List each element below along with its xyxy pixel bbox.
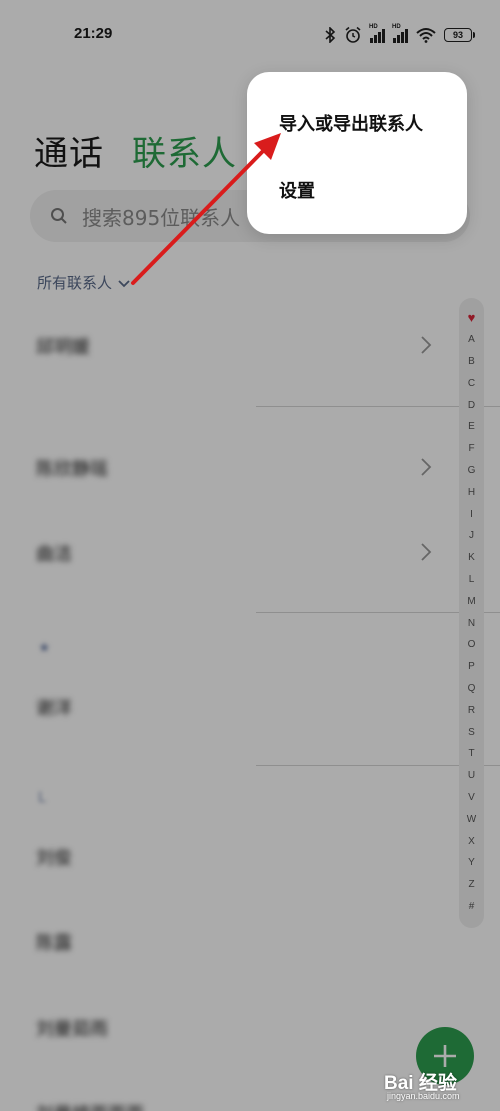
menu-item-settings[interactable]: 设置 [279,177,315,203]
overflow-menu: 导入或导出联系人 设置 [247,72,467,234]
watermark-url: jingyan.baidu.com [387,1091,460,1101]
menu-item-import-export[interactable]: 导入或导出联系人 [279,110,423,136]
baidu-jingyan-watermark: Bai 经验 jingyan.baidu.com [384,1066,500,1111]
